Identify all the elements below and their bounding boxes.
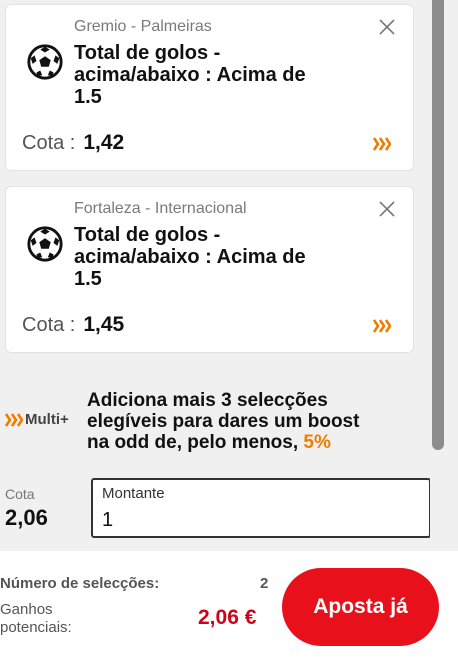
match-name: Gremio - Palmeiras	[74, 18, 212, 35]
boost-percent: 5%	[303, 432, 331, 453]
potential-gains-label: Ganhos potenciais:	[0, 601, 110, 637]
boost-arrows-icon	[5, 412, 23, 427]
place-bet-button[interactable]: Aposta já	[282, 568, 439, 646]
promo-text-prefix: na odd de, pelo menos,	[87, 432, 304, 453]
odds-row: Cota : 1,42	[22, 131, 124, 155]
remove-bet-button[interactable]	[377, 17, 397, 37]
multi-badge-label: Multi+	[25, 411, 69, 428]
potential-gains-value: 2,06 €	[198, 606, 257, 629]
market-title-line: acima/abaixo : Acima de	[74, 64, 306, 86]
market-title: Total de golos - acima/abaixo : Acima de…	[74, 42, 349, 108]
market-title-line: acima/abaixo : Acima de	[74, 246, 306, 268]
market-title-line: Total de golos -	[74, 224, 221, 246]
stake-field[interactable]: Montante	[91, 478, 430, 538]
odds-row: Cota : 1,45	[22, 313, 124, 337]
total-odds-value: 2,06	[5, 505, 48, 530]
market-title-line: 1.5	[74, 86, 102, 108]
promo-text-line: Adiciona mais 3 selecções	[87, 390, 328, 411]
remove-bet-button[interactable]	[377, 199, 397, 219]
boost-arrows-icon	[373, 319, 391, 333]
odds-value: 1,42	[83, 131, 125, 154]
promo-text-line: na odd de, pelo menos, 5%	[87, 432, 407, 453]
gains-label-line: potenciais:	[0, 619, 72, 636]
multi-boost-promo: Multi+ Adiciona mais 3 selecções elegíve…	[5, 390, 425, 460]
soccer-ball-icon	[27, 44, 63, 80]
betslip-scroll-area[interactable]: Gremio - Palmeiras Total de golos - acim…	[0, 0, 430, 551]
boost-arrows-icon	[373, 137, 391, 151]
total-odds-label: Cota	[5, 486, 35, 502]
odds-label: Cota :	[22, 132, 76, 154]
market-title: Total de golos - acima/abaixo : Acima de…	[74, 224, 349, 290]
stake-label: Montante	[102, 485, 165, 502]
promo-text-line: elegíveis para dares um boost	[87, 411, 360, 432]
odds-value: 1,45	[83, 313, 125, 336]
selections-count-label: Número de selecções:	[0, 575, 160, 592]
multi-promo-text: Adiciona mais 3 selecções elegíveis para…	[87, 390, 407, 453]
betslip-footer: Número de selecções: 2 Ganhos potenciais…	[0, 551, 458, 661]
multi-badge: Multi+	[5, 411, 69, 428]
market-title-line: 1.5	[74, 268, 102, 290]
stake-input[interactable]	[102, 507, 402, 533]
bet-card: Gremio - Palmeiras Total de golos - acim…	[5, 4, 414, 171]
scrollbar-thumb[interactable]	[432, 0, 444, 450]
odds-label: Cota :	[22, 314, 76, 336]
soccer-ball-icon	[27, 226, 63, 262]
selections-count-value: 2	[260, 575, 269, 592]
bet-card: Fortaleza - Internacional Total de golos…	[5, 186, 414, 353]
gains-label-line: Ganhos	[0, 601, 53, 618]
match-name: Fortaleza - Internacional	[74, 200, 247, 217]
close-icon	[379, 19, 395, 35]
market-title-line: Total de golos -	[74, 42, 221, 64]
close-icon	[379, 201, 395, 217]
